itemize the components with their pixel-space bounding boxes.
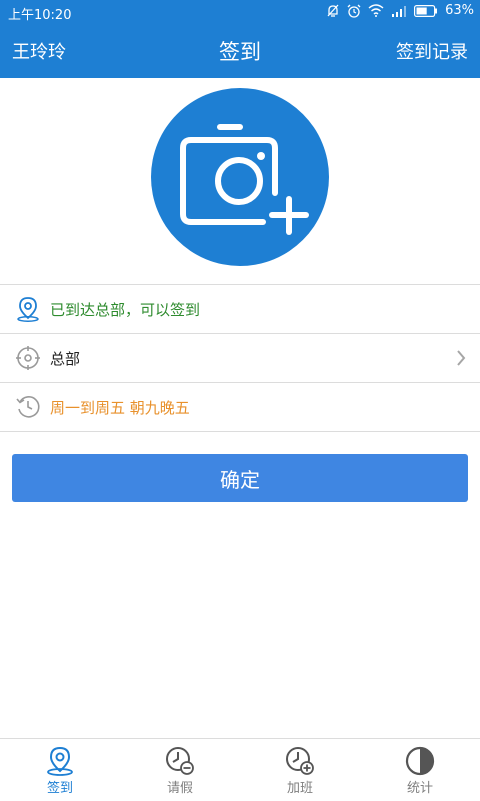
- tab-label: 请假: [166, 781, 193, 796]
- signal-icon: [391, 5, 407, 17]
- status-bar: 上午10:20 63%: [0, 0, 480, 24]
- location-status-text: 已到达总部，可以签到: [50, 301, 201, 319]
- location-pin-icon: [15, 296, 41, 322]
- location-name: 总部: [50, 350, 81, 368]
- clock-minus-icon: [164, 745, 196, 777]
- tab-label: 加班: [286, 781, 313, 796]
- bottom-tab-bar: 签到 请假 加班 统计: [0, 738, 480, 801]
- schedule-text: 周一到周五 朝九晚五: [50, 399, 190, 417]
- clock-plus-icon: [284, 745, 316, 777]
- alarm-icon: [347, 4, 361, 18]
- location-status-row: 已到达总部，可以签到: [0, 285, 480, 333]
- tab-statistics[interactable]: 统计: [360, 739, 480, 801]
- schedule-row: 周一到周五 朝九晚五: [0, 383, 480, 431]
- camera-plus-icon: [151, 88, 329, 266]
- crosshair-icon: [15, 345, 41, 371]
- battery-icon: [414, 4, 438, 17]
- mute-bell-icon: [326, 4, 340, 18]
- wifi-icon: [368, 4, 384, 17]
- battery-percent: 63%: [445, 3, 474, 18]
- location-pin-icon: [44, 745, 76, 777]
- status-time: 上午10:20: [8, 8, 72, 23]
- tab-overtime[interactable]: 加班: [240, 739, 360, 801]
- app-bar: 王玲玲 签到 签到记录: [0, 24, 480, 78]
- clock-refresh-icon: [15, 394, 41, 420]
- take-photo-button[interactable]: [150, 87, 330, 267]
- pie-chart-icon: [404, 745, 436, 777]
- tab-checkin[interactable]: 签到: [0, 739, 120, 801]
- location-row[interactable]: 总部: [0, 334, 480, 382]
- checkin-records-button[interactable]: 签到记录: [396, 38, 468, 64]
- chevron-right-icon: [456, 349, 466, 371]
- tab-leave[interactable]: 请假: [120, 739, 240, 801]
- tab-label: 签到: [46, 781, 73, 796]
- confirm-button[interactable]: 确定: [12, 454, 468, 502]
- divider: [0, 431, 480, 432]
- tab-label: 统计: [406, 781, 433, 796]
